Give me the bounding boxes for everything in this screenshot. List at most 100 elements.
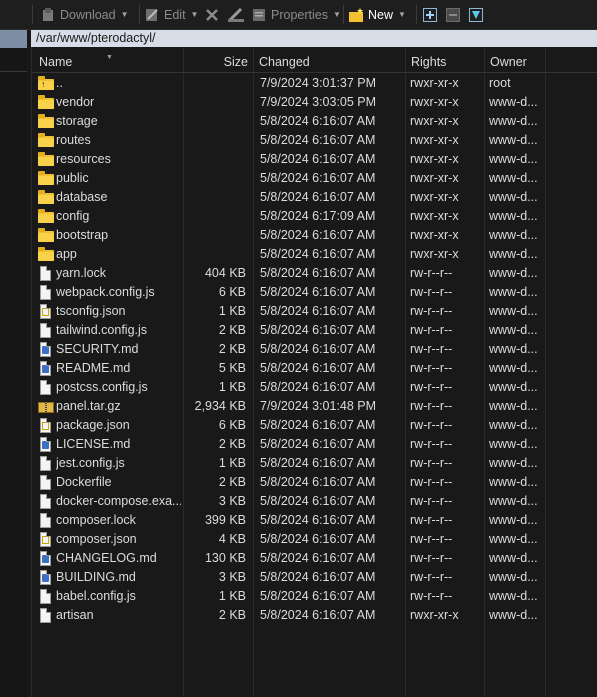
folder-row[interactable]: config 5/8/2024 6:17:09 AM rwxr-xr-x www-d.… [32,207,597,226]
file-rights: rwxr-xr-x [410,133,459,147]
folder-icon [38,247,54,262]
markdown-file-icon [38,361,54,376]
file-rights: rw-r--r-- [410,285,453,299]
file-row[interactable]: webpack.config.js 6 KB 5/8/2024 6:16:07 AM… [32,283,597,302]
file-rights: rwxr-xr-x [410,228,459,242]
file-rights: rw-r--r-- [410,342,453,356]
properties-button[interactable]: Properties ▼ [252,4,341,25]
folder-icon [38,228,54,243]
file-row[interactable]: panel.tar.gz 2,934 KB 7/9/2024 3:01:48 PM r… [32,397,597,416]
file-changed: 5/8/2024 6:16:07 AM [260,456,376,470]
archive-icon [38,399,54,414]
folder-row[interactable]: database 5/8/2024 6:16:07 AM rwxr-xr-x www-… [32,188,597,207]
column-rights-label: Rights [411,55,447,69]
file-name: jest.config.js [56,456,125,470]
file-owner: www-d... [489,323,538,337]
plus-icon [423,7,437,22]
file-changed: 5/8/2024 6:16:07 AM [260,152,376,166]
file-row[interactable]: jest.config.js 1 KB 5/8/2024 6:16:07 AM rw-… [32,454,597,473]
file-row[interactable]: SECURITY.md 2 KB 5/8/2024 6:16:07 AM rw-r--… [32,340,597,359]
column-owner[interactable]: Owner [485,51,545,72]
file-rights: rwxr-xr-x [410,171,459,185]
column-name[interactable]: Name ▼ [34,51,183,72]
file-name: README.md [56,361,131,375]
file-changed: 5/8/2024 6:16:07 AM [260,551,376,565]
file-row[interactable]: package.json 6 KB 5/8/2024 6:16:07 AM rw-r-… [32,416,597,435]
file-rights: rw-r--r-- [410,361,453,375]
file-row[interactable]: docker-compose.exa... 3 KB 5/8/2024 6:16:0… [32,492,597,511]
chevron-down-icon[interactable]: ▼ [333,10,341,19]
markdown-file-icon [38,437,54,452]
file-changed: 5/8/2024 6:16:07 AM [260,589,376,603]
folder-row[interactable]: resources 5/8/2024 6:16:07 AM rwxr-xr-x www… [32,150,597,169]
file-icon [38,513,54,528]
file-name: tailwind.config.js [56,323,148,337]
chevron-down-icon[interactable]: ▼ [398,10,406,19]
file-size: 2 KB [218,437,246,451]
download-icon [41,7,55,22]
file-row[interactable]: LICENSE.md 2 KB 5/8/2024 6:16:07 AM rw-r--r… [32,435,597,454]
file-row[interactable]: README.md 5 KB 5/8/2024 6:16:07 AM rw-r--r-… [32,359,597,378]
file-rights: rwxr-xr-x [410,76,459,90]
file-row[interactable]: tailwind.config.js 2 KB 5/8/2024 6:16:07 A… [32,321,597,340]
new-button[interactable]: New ▼ [349,4,406,25]
toolbar-separator [416,5,417,24]
file-size: 2 KB [218,323,246,337]
edit-label: Edit [164,7,186,22]
file-row[interactable]: composer.json 4 KB 5/8/2024 6:16:07 AM rw-r… [32,530,597,549]
folder-row[interactable]: routes 5/8/2024 6:16:07 AM rwxr-xr-x www-d.… [32,131,597,150]
folder-row[interactable]: vendor 7/9/2024 3:03:05 PM rwxr-xr-x www-d.… [32,93,597,112]
file-rights: rw-r--r-- [410,456,453,470]
file-row[interactable]: BUILDING.md 3 KB 5/8/2024 6:16:07 AM rw-r--… [32,568,597,587]
folder-row[interactable]: public 5/8/2024 6:16:07 AM rwxr-xr-x www-d.… [32,169,597,188]
select-all-button[interactable] [423,4,442,25]
folder-row[interactable]: app 5/8/2024 6:16:07 AM rwxr-xr-x www-d... [32,245,597,264]
file-row[interactable]: babel.config.js 1 KB 5/8/2024 6:16:07 AM rw… [32,587,597,606]
filter-button[interactable] [469,4,488,25]
delete-button[interactable] [205,4,224,25]
column-size[interactable]: Size [184,51,253,72]
minus-icon [446,7,460,22]
file-changed: 5/8/2024 6:17:09 AM [260,209,376,223]
edit-button[interactable]: Edit ▼ [145,4,198,25]
file-size: 2 KB [218,608,246,622]
file-owner: www-d... [489,266,538,280]
file-rights: rw-r--r-- [410,323,453,337]
toolbar-separator [139,5,140,24]
file-icon [38,266,54,281]
file-changed: 5/8/2024 6:16:07 AM [260,380,376,394]
file-owner: www-d... [489,399,538,413]
file-owner: www-d... [489,608,538,622]
column-rights[interactable]: Rights [406,51,484,72]
folder-icon [38,171,54,186]
file-rights: rw-r--r-- [410,266,453,280]
file-rights: rwxr-xr-x [410,190,459,204]
file-row[interactable]: artisan 2 KB 5/8/2024 6:16:07 AM rwxr-xr-x w… [32,606,597,625]
chevron-down-icon[interactable]: ▼ [191,10,199,19]
parent-directory-row[interactable]: ↑.. 7/9/2024 3:01:37 PM rwxr-xr-x root [32,74,597,93]
file-rights: rwxr-xr-x [410,152,459,166]
folder-row[interactable]: bootstrap 5/8/2024 6:16:07 AM rwxr-xr-x www… [32,226,597,245]
path-bar[interactable]: /var/www/pterodactyl/ [31,30,597,47]
file-row[interactable]: composer.lock 399 KB 5/8/2024 6:16:07 AM rw… [32,511,597,530]
file-rights: rw-r--r-- [410,494,453,508]
column-changed[interactable]: Changed [254,51,405,72]
unselect-all-button[interactable] [446,4,465,25]
folder-row[interactable]: storage 5/8/2024 6:16:07 AM rwxr-xr-x www-d… [32,112,597,131]
file-row[interactable]: yarn.lock 404 KB 5/8/2024 6:16:07 AM rw-r--… [32,264,597,283]
file-row[interactable]: postcss.config.js 1 KB 5/8/2024 6:16:07 AM… [32,378,597,397]
file-owner: www-d... [489,114,538,128]
file-name: composer.lock [56,513,136,527]
file-changed: 7/9/2024 3:03:05 PM [260,95,377,109]
file-owner: www-d... [489,342,538,356]
chevron-down-icon[interactable]: ▼ [121,10,129,19]
file-changed: 5/8/2024 6:16:07 AM [260,532,376,546]
download-button[interactable]: Download ▼ [41,4,129,25]
file-icon [38,475,54,490]
file-row[interactable]: CHANGELOG.md 130 KB 5/8/2024 6:16:07 AM rw-… [32,549,597,568]
file-row[interactable]: Dockerfile 2 KB 5/8/2024 6:16:07 AM rw-r--r… [32,473,597,492]
filter-icon [469,7,483,22]
file-icon [38,323,54,338]
rename-button[interactable] [227,4,247,25]
file-row[interactable]: tsconfig.json 1 KB 5/8/2024 6:16:07 AM rw-r… [32,302,597,321]
